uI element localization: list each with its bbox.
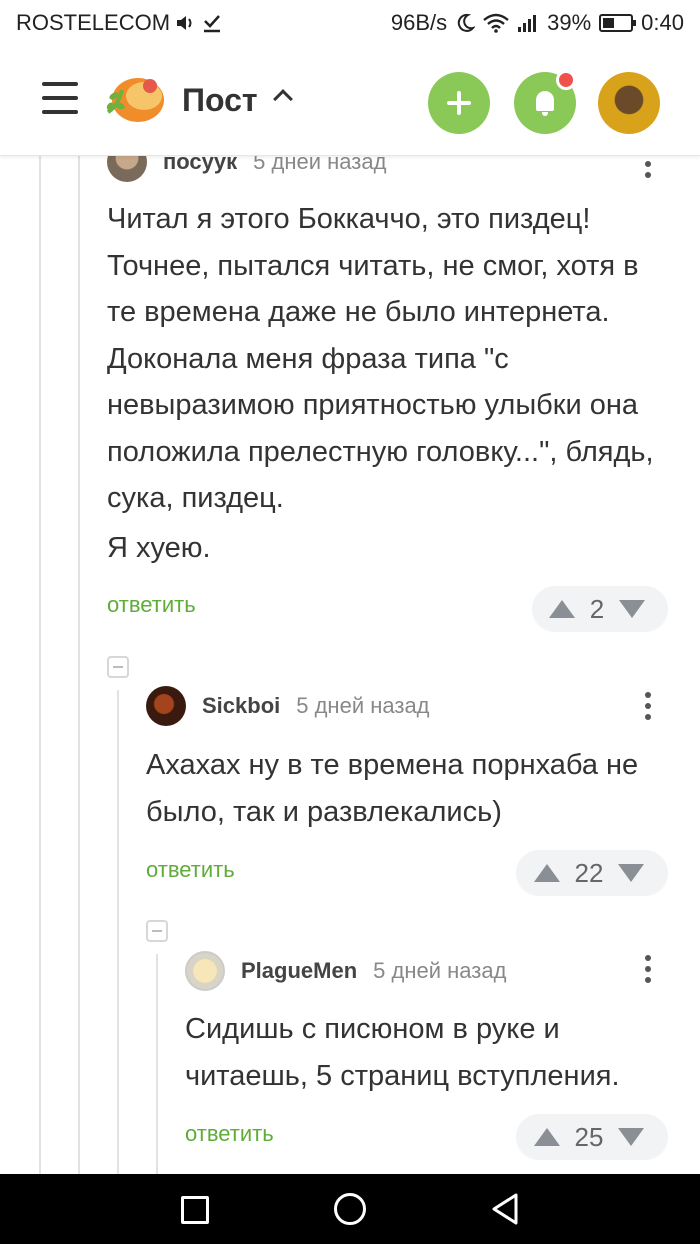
collapse-thread-button[interactable] bbox=[107, 656, 129, 678]
download-done-icon bbox=[204, 15, 221, 33]
carrier-label: ROSTELECOM bbox=[16, 10, 171, 35]
comment-time: 5 дней назад bbox=[296, 693, 430, 718]
volume-icon bbox=[177, 16, 192, 30]
reply-link[interactable]: ответить bbox=[107, 592, 196, 618]
comment: посуук 5 дней назад bbox=[107, 156, 667, 182]
avatar[interactable] bbox=[185, 951, 225, 991]
system-nav-bar bbox=[0, 1174, 700, 1244]
clock: 0:40 bbox=[641, 10, 684, 35]
comment-text-line: Я хуею. bbox=[107, 532, 211, 564]
comment-time: 5 дней назад bbox=[253, 156, 387, 174]
avatar[interactable] bbox=[146, 686, 186, 726]
battery-icon bbox=[599, 14, 637, 32]
rating-control: 25 bbox=[516, 1114, 668, 1160]
upvote-icon[interactable] bbox=[534, 864, 560, 882]
comment-author[interactable]: PlagueMen bbox=[241, 958, 357, 984]
comment: PlagueMen 5 дней назад bbox=[185, 951, 667, 991]
avatar[interactable] bbox=[107, 156, 147, 182]
more-options-icon[interactable] bbox=[643, 955, 653, 989]
signal-icon bbox=[518, 15, 537, 32]
comment-author[interactable]: Sickboi bbox=[202, 693, 280, 719]
net-speed: 96B/s bbox=[390, 10, 448, 35]
downvote-icon[interactable] bbox=[618, 864, 644, 882]
rating-value: 2 bbox=[589, 593, 605, 624]
logo-icon[interactable] bbox=[102, 72, 166, 126]
status-bar-left: ROSTELECOM bbox=[16, 10, 222, 36]
bell-icon bbox=[536, 91, 554, 116]
comment-author[interactable]: посуук bbox=[163, 156, 237, 175]
app-header: Пост bbox=[0, 48, 700, 156]
more-options-icon[interactable] bbox=[643, 692, 653, 726]
menu-icon[interactable] bbox=[42, 82, 78, 116]
status-bar: ROSTELECOM 96B/s 39% 0:40 bbox=[0, 0, 700, 48]
rating-control: 2 bbox=[532, 586, 668, 632]
chevron-up-icon[interactable] bbox=[273, 89, 293, 109]
wifi-icon bbox=[483, 13, 509, 33]
comment-header: посуук 5 дней назад bbox=[107, 156, 667, 182]
home-button[interactable] bbox=[334, 1193, 366, 1225]
battery-percent: 39% bbox=[547, 10, 592, 35]
collapse-thread-button[interactable] bbox=[146, 920, 168, 942]
upvote-icon[interactable] bbox=[534, 1128, 560, 1146]
back-button[interactable] bbox=[490, 1192, 520, 1226]
comment-text: Читал я этого Боккаччо, это пиздец! Точн… bbox=[107, 203, 654, 514]
rating-control: 22 bbox=[516, 850, 668, 896]
profile-avatar[interactable] bbox=[598, 72, 660, 134]
rating-value: 25 bbox=[574, 1121, 604, 1152]
rating-value: 22 bbox=[574, 857, 604, 888]
recents-button[interactable] bbox=[181, 1196, 209, 1224]
notification-badge bbox=[556, 70, 576, 90]
downvote-icon[interactable] bbox=[619, 600, 645, 618]
thread-line-3 bbox=[117, 690, 119, 1174]
thread-line-4 bbox=[156, 954, 158, 1174]
comment-text: Ахахах ну в те времена порнхаба не было,… bbox=[146, 749, 639, 828]
comment: Sickboi 5 дней назад bbox=[146, 686, 667, 726]
reply-link[interactable]: ответить bbox=[146, 857, 235, 883]
add-post-button[interactable] bbox=[428, 72, 490, 134]
upvote-icon[interactable] bbox=[549, 600, 575, 618]
thread-line-1 bbox=[39, 156, 41, 1174]
comment-header: PlagueMen 5 дней назад bbox=[185, 951, 667, 991]
thread-line-2 bbox=[78, 156, 80, 1174]
comment-time: 5 дней назад bbox=[373, 958, 507, 983]
comment-header: Sickboi 5 дней назад bbox=[146, 686, 667, 726]
comments-thread[interactable]: посуук 5 дней назад Читал я этого Боккач… bbox=[0, 156, 700, 1174]
comment-text: Сидишь с писюном в руке и читаешь, 5 стр… bbox=[185, 1013, 620, 1092]
status-bar-right: 96B/s 39% 0:40 bbox=[391, 10, 684, 36]
moon-icon bbox=[457, 13, 476, 32]
more-options-icon[interactable] bbox=[643, 156, 653, 184]
reply-link[interactable]: ответить bbox=[185, 1121, 274, 1147]
downvote-icon[interactable] bbox=[618, 1128, 644, 1146]
page-title[interactable]: Пост bbox=[182, 82, 258, 119]
